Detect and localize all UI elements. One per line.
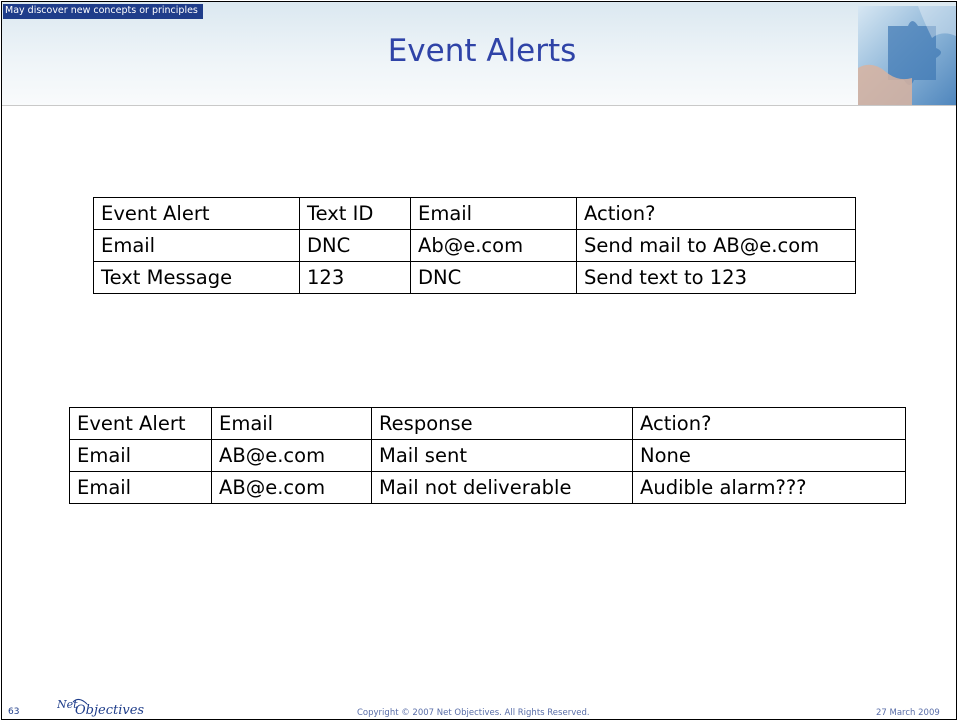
table-cell: 123	[299, 261, 411, 294]
svg-text:Objectives: Objectives	[75, 703, 144, 718]
table-cell: AB@e.com	[211, 471, 372, 504]
table-header-cell: Event Alert	[69, 407, 212, 440]
table-header-row: Event Alert Text ID Email Action?	[93, 197, 856, 230]
slide-title: Event Alerts	[387, 33, 577, 69]
net-objectives-logo: Net Objectives	[57, 698, 144, 718]
table-cell: Send text to 123	[576, 261, 856, 294]
table-cell: DNC	[299, 229, 411, 262]
event-alerts-table-1: Event Alert Text ID Email Action? Email …	[93, 197, 856, 294]
table-cell: Ab@e.com	[410, 229, 577, 262]
slide-header: May discover new concepts or principles …	[2, 2, 956, 106]
slide-frame: May discover new concepts or principles …	[1, 1, 957, 720]
table-cell: AB@e.com	[211, 439, 372, 472]
table-row: Email AB@e.com Mail sent None	[69, 439, 906, 472]
table-cell: Email	[93, 229, 300, 262]
slide-tagline: May discover new concepts or principles	[3, 4, 203, 19]
table-cell: Email	[69, 439, 212, 472]
table-header-row: Event Alert Email Response Action?	[69, 407, 906, 440]
table-header-cell: Email	[211, 407, 372, 440]
table-cell: Mail not deliverable	[371, 471, 633, 504]
table-row: Email AB@e.com Mail not deliverable Audi…	[69, 471, 906, 504]
table-header-cell: Action?	[632, 407, 906, 440]
page-number: 63	[8, 707, 20, 717]
event-alerts-table-2: Event Alert Email Response Action? Email…	[69, 407, 906, 504]
puzzle-image	[858, 6, 956, 105]
table-cell: Email	[69, 471, 212, 504]
table-cell: DNC	[410, 261, 577, 294]
table-row: Email DNC Ab@e.com Send mail to AB@e.com	[93, 229, 856, 262]
table-header-cell: Event Alert	[93, 197, 300, 230]
table-cell: Audible alarm???	[632, 471, 906, 504]
table-header-cell: Action?	[576, 197, 856, 230]
table-header-cell: Response	[371, 407, 633, 440]
copyright-text: Copyright © 2007 Net Objectives. All Rig…	[357, 708, 590, 718]
table-row: Text Message 123 DNC Send text to 123	[93, 261, 856, 294]
table-cell: Mail sent	[371, 439, 633, 472]
slide-date: 27 March 2009	[876, 708, 940, 718]
table-cell: None	[632, 439, 906, 472]
table-cell: Text Message	[93, 261, 300, 294]
table-cell: Send mail to AB@e.com	[576, 229, 856, 262]
table-header-cell: Text ID	[299, 197, 411, 230]
table-header-cell: Email	[410, 197, 577, 230]
